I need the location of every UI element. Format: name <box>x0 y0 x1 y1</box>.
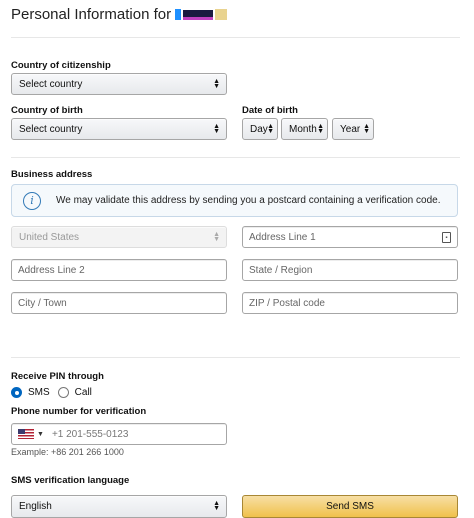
call-radio-label[interactable]: Call <box>75 387 92 398</box>
select-arrows-icon: ▲ ▼ <box>267 123 274 135</box>
divider <box>11 357 460 358</box>
address-info-box: i We may validate this address by sendin… <box>11 184 458 217</box>
address-country-select[interactable]: United States ▲ ▼ <box>11 226 227 248</box>
address-line2-input[interactable]: Address Line 2 <box>11 259 227 281</box>
address-line1-placeholder: Address Line 1 <box>249 231 316 243</box>
phone-placeholder: +1 201-555-0123 <box>51 428 129 440</box>
select-arrows-icon: ▲ ▼ <box>213 78 220 90</box>
citizenship-select[interactable]: Select country ▲ ▼ <box>11 73 227 95</box>
citizenship-label: Country of citizenship <box>11 60 111 71</box>
page-title: Personal Information for <box>11 6 228 23</box>
receive-pin-label: Receive PIN through <box>11 371 104 382</box>
divider <box>11 157 460 158</box>
select-arrows-icon: ▲ ▼ <box>213 500 220 512</box>
sms-language-select[interactable]: English ▲ ▼ <box>11 495 227 518</box>
us-flag-icon[interactable] <box>18 429 34 439</box>
pin-method-group: SMS Call <box>11 387 92 398</box>
birth-country-label: Country of birth <box>11 105 83 116</box>
city-placeholder: City / Town <box>18 297 67 309</box>
address-info-text: We may validate this address by sending … <box>56 195 441 206</box>
select-arrows-icon: ▲ ▼ <box>213 231 220 243</box>
chevron-down-icon[interactable]: ▼ <box>37 431 44 438</box>
citizenship-value: Select country <box>19 78 83 90</box>
birth-month-select[interactable]: Month ▲ ▼ <box>281 118 328 140</box>
redacted-name <box>175 9 228 20</box>
sms-radio[interactable] <box>11 387 22 398</box>
birth-day-select[interactable]: Day ▲ ▼ <box>242 118 278 140</box>
send-sms-button[interactable]: Send SMS <box>242 495 458 518</box>
select-arrows-icon: ▲ ▼ <box>317 123 324 135</box>
info-icon: i <box>23 191 41 210</box>
birth-country-value: Select country <box>19 123 83 135</box>
phone-example: Example: +86 201 266 1000 <box>11 447 124 457</box>
page-title-text: Personal Information for <box>11 6 172 23</box>
birth-year-select[interactable]: Year ▲ ▼ <box>332 118 374 140</box>
divider <box>11 37 460 38</box>
birth-date-label: Date of birth <box>242 105 298 116</box>
sms-language-value: English <box>19 501 52 512</box>
select-arrows-icon: ▲ ▼ <box>213 123 220 135</box>
phone-input[interactable]: ▼ +1 201-555-0123 <box>11 423 227 445</box>
select-arrows-icon: ▲ ▼ <box>363 123 370 135</box>
sms-radio-label[interactable]: SMS <box>28 387 50 398</box>
business-address-label: Business address <box>11 169 93 180</box>
birth-day-value: Day <box>250 123 268 135</box>
birth-year-value: Year <box>340 123 361 135</box>
birth-month-value: Month <box>289 123 317 135</box>
state-input[interactable]: State / Region <box>242 259 458 281</box>
phone-label: Phone number for verification <box>11 406 147 417</box>
zip-input[interactable]: ZIP / Postal code <box>242 292 458 314</box>
contact-card-icon: ▪ <box>442 232 451 243</box>
address-country-value: United States <box>19 231 80 243</box>
address-line1-input[interactable]: Address Line 1 ▪ <box>242 226 458 248</box>
zip-placeholder: ZIP / Postal code <box>249 297 325 309</box>
call-radio[interactable] <box>57 387 69 398</box>
birth-country-select[interactable]: Select country ▲ ▼ <box>11 118 227 140</box>
city-input[interactable]: City / Town <box>11 292 227 314</box>
address-line2-placeholder: Address Line 2 <box>18 264 85 276</box>
sms-language-label: SMS verification language <box>11 475 130 486</box>
state-placeholder: State / Region <box>249 264 313 276</box>
